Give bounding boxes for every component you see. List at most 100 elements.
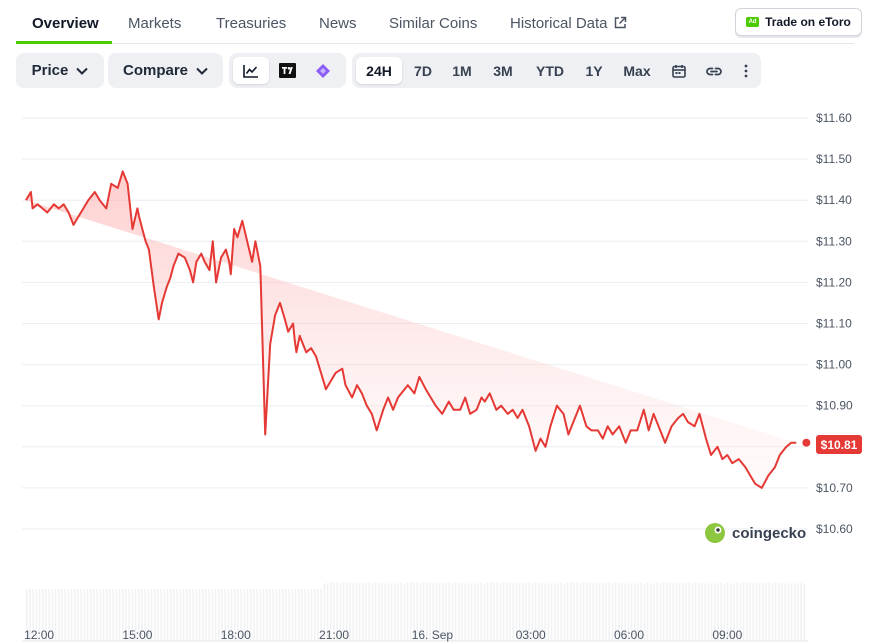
y-tick-label: $10.70 [816,481,853,495]
volume-bar [486,583,489,641]
y-tick-label: $11.20 [816,275,852,289]
tab-historical-data-label: Historical Data [510,15,608,32]
volume-bar [480,582,482,641]
volume-bar [694,582,697,641]
volume-bar [381,582,383,641]
more-options-button[interactable] [734,57,758,84]
volume-bar [198,589,201,641]
volume-bar [384,583,386,641]
volume-bar [704,583,706,641]
range-3m[interactable]: 3M [484,57,522,84]
current-price-tag: $10.81 [816,435,862,454]
volume-bar [211,589,214,641]
volume-bar [778,583,780,641]
volume-bar [656,582,658,641]
volume-bar [566,583,569,641]
compare-dropdown[interactable]: Compare [108,53,223,88]
tradingview-button[interactable] [271,57,303,84]
price-dropdown[interactable]: Price [16,53,104,88]
tab-news[interactable]: News [319,15,357,32]
price-dropdown-label: Price [31,62,69,79]
calendar-button[interactable] [664,57,694,84]
volume-bar [579,583,582,641]
y-axis-labels: $10.60$10.70$10.80$10.90$11.00$11.10$11.… [816,111,853,536]
volume-bar [550,583,553,641]
tab-overview[interactable]: Overview [32,15,99,32]
volume-bar [160,589,162,641]
volume-bar [595,582,598,641]
volume-bar [790,583,793,641]
volume-bar [800,582,802,641]
volume-bar [691,583,694,641]
volume-bar [214,589,217,641]
volume-bar [202,589,204,641]
y-tick-label: $10.90 [816,399,853,413]
tab-bar: Overview Markets Treasuries News Similar… [16,0,854,44]
tab-similar-coins[interactable]: Similar Coins [389,15,477,32]
price-chart[interactable]: $10.60$10.70$10.80$10.90$11.00$11.10$11.… [0,100,870,644]
x-tick-label: 21:00 [319,628,349,642]
volume-bar [454,582,457,641]
tab-treasuries[interactable]: Treasuries [216,15,286,32]
volume-bar [406,583,409,641]
volume-bar [118,589,121,641]
volume-bar [394,582,396,641]
volume-bar [397,583,399,641]
tab-markets[interactable]: Markets [128,15,181,32]
chevron-down-icon [196,67,208,75]
x-tick-label: 12:00 [24,628,54,642]
trade-on-etoro-button[interactable]: Ad Trade on eToro [735,8,862,36]
volume-bar [682,582,684,641]
volume-bar [688,582,690,641]
volume-bar [461,582,463,641]
volume-bar [646,583,649,641]
volume-bar [192,589,194,641]
volume-bar [154,589,156,641]
x-tick-label: 06:00 [614,628,644,642]
volume-bar [176,589,178,641]
volume-bar [186,589,188,641]
ad-badge: Ad [746,17,760,27]
range-ytd[interactable]: YTD [526,57,574,84]
range-1m[interactable]: 1M [444,57,480,84]
volume-bar [77,589,79,641]
volume-bar [163,589,166,641]
volume-bar [269,589,271,641]
diamond-chart-button[interactable] [307,57,339,84]
y-tick-label: $11.50 [816,152,852,166]
x-tick-label: 15:00 [122,628,152,642]
tradingview-icon [278,63,296,78]
range-max[interactable]: Max [614,57,660,84]
volume-bar [589,582,591,641]
volume-bar [803,583,806,641]
volume-bar [90,589,92,641]
volume-bar [659,583,662,641]
y-tick-label: $11.60 [816,111,852,125]
y-tick-label: $10.60 [816,522,853,536]
volume-bar [592,583,594,641]
share-link-button[interactable] [699,57,729,84]
volume-bar [288,589,290,641]
range-24h[interactable]: 24H [356,57,402,84]
active-tab-indicator [16,41,112,44]
volume-bar [787,582,790,641]
range-1y[interactable]: 1Y [578,57,610,84]
volume-bar [662,582,665,641]
y-tick-label: $11.10 [816,317,852,331]
volume-bar [352,583,354,641]
coin-page: Overview Markets Treasuries News Similar… [0,0,870,644]
volume-bar [774,582,777,641]
coingecko-logo-icon [705,523,725,543]
volume-bar [752,583,754,641]
range-7d[interactable]: 7D [406,57,440,84]
volume-bar [502,582,505,641]
tab-historical-data[interactable]: Historical Data [510,15,627,32]
volume-bar [64,589,66,641]
line-chart-button[interactable] [233,57,269,84]
volume-bar [506,583,508,641]
volume-bar [400,582,402,641]
volume-bar [765,583,767,641]
volume-bar [586,583,588,641]
volume-bar [746,583,748,641]
coingecko-watermark: coingecko [705,523,806,543]
